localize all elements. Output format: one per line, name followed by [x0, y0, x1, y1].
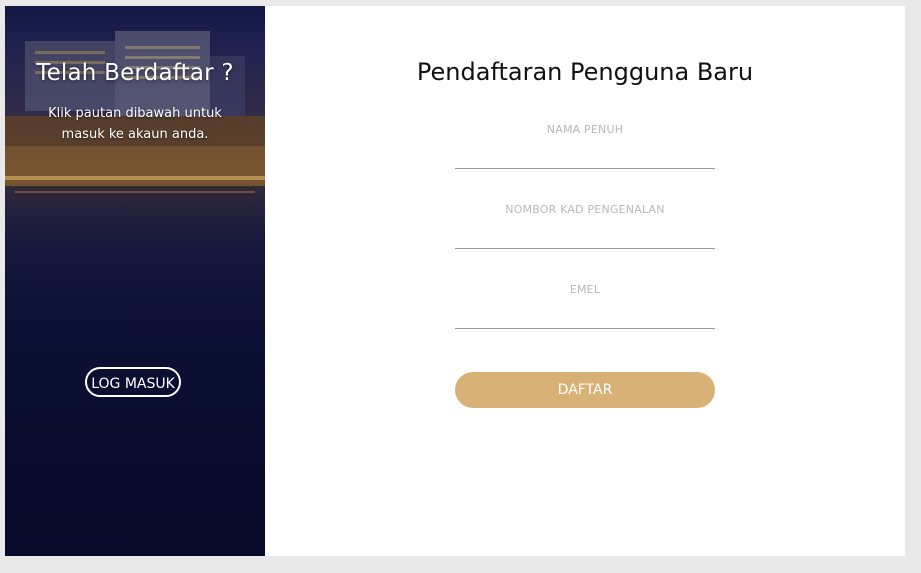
registration-card: Telah Berdaftar ? Klik pautan dibawah un… — [5, 6, 905, 556]
email-input[interactable] — [455, 304, 715, 329]
ic-number-input[interactable] — [455, 224, 715, 249]
full-name-field: NAMA PENUH — [455, 123, 715, 169]
ic-number-field: NOMBOR KAD PENGENALAN — [455, 203, 715, 249]
side-description: Klik pautan dibawah untuk masuk ke akaun… — [48, 106, 222, 142]
page-title: Pendaftaran Pengguna Baru — [416, 58, 754, 86]
login-button[interactable]: LOG MASUK — [85, 367, 181, 397]
registration-form: Pendaftaran Pengguna Baru NAMA PENUH NOM… — [265, 6, 905, 556]
register-button[interactable]: DAFTAR — [455, 372, 715, 408]
email-label: EMEL — [569, 283, 601, 296]
full-name-input[interactable] — [455, 144, 715, 169]
side-panel-content: Telah Berdaftar ? Klik pautan dibawah un… — [5, 6, 265, 556]
ic-number-label: NOMBOR KAD PENGENALAN — [505, 203, 665, 216]
side-panel: Telah Berdaftar ? Klik pautan dibawah un… — [5, 6, 265, 556]
side-heading: Telah Berdaftar ? — [36, 60, 234, 86]
email-field: EMEL — [455, 283, 715, 329]
full-name-label: NAMA PENUH — [546, 123, 624, 136]
